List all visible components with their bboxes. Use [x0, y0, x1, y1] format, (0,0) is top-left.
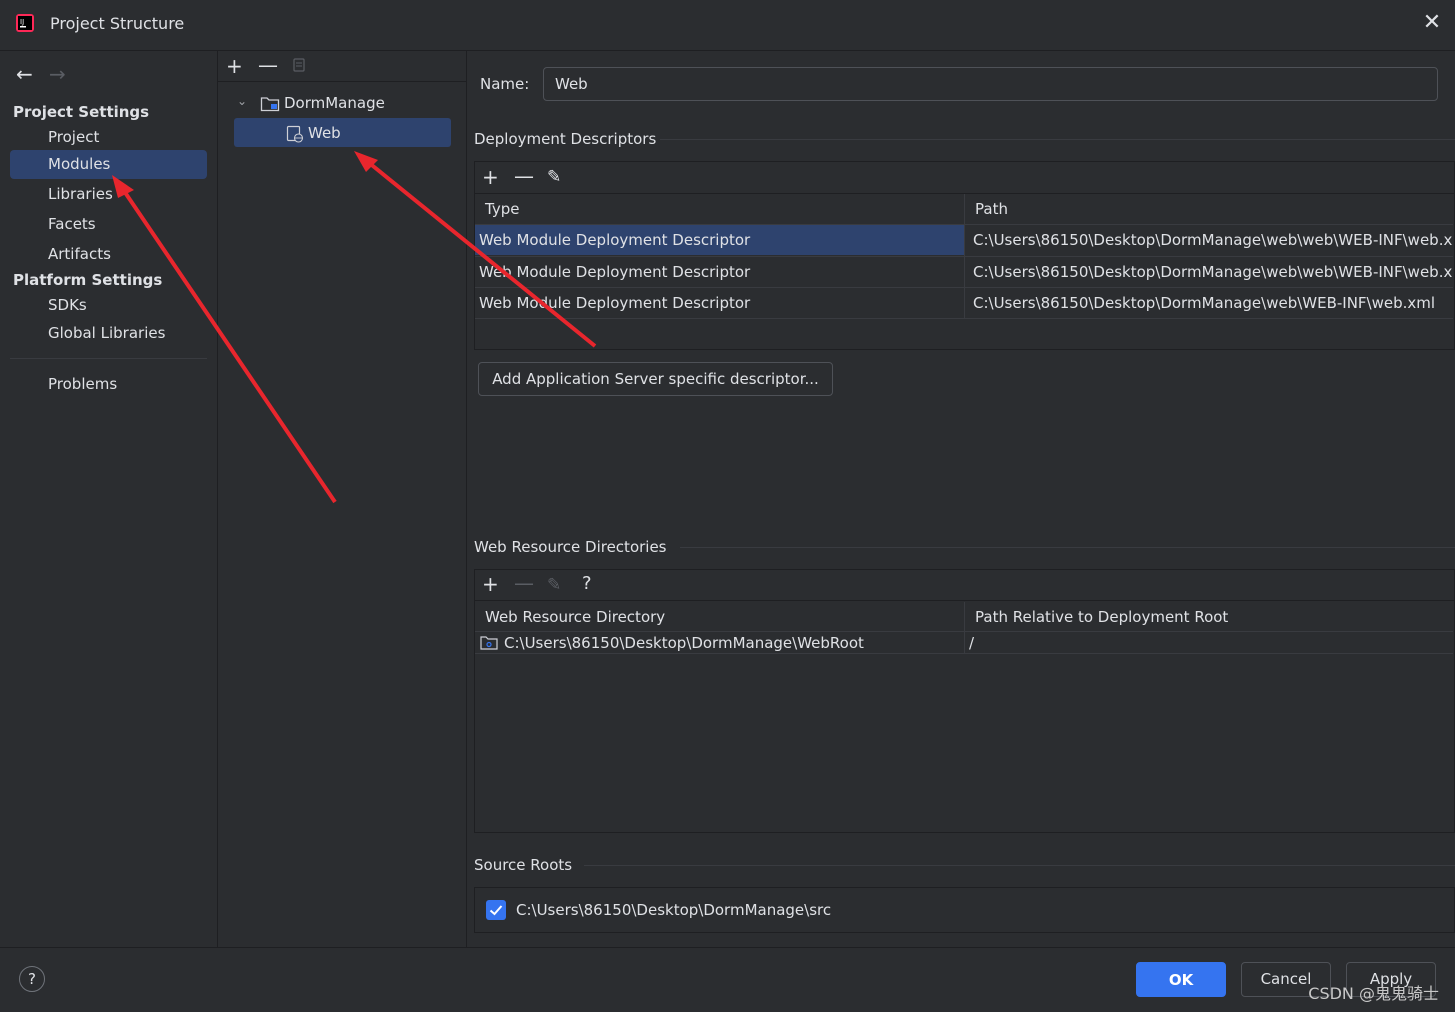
- svg-text:IJ: IJ: [20, 18, 24, 26]
- deployment-descriptors-title: Deployment Descriptors: [474, 130, 657, 148]
- row-separator: [475, 318, 1453, 319]
- tree-toolbar: [218, 51, 466, 82]
- tree-item-web-label: Web: [308, 124, 341, 142]
- help-question-icon[interactable]: ?: [582, 574, 592, 594]
- sidebar-item-global-libraries[interactable]: Global Libraries: [10, 319, 207, 348]
- section-divider: [680, 547, 1455, 548]
- module-tree-panel: [218, 51, 467, 947]
- help-button[interactable]: ?: [19, 966, 45, 992]
- sidebar-item-project[interactable]: Project: [10, 123, 207, 152]
- descriptor-path-cell[interactable]: C:\Users\86150\Desktop\DormManage\web\WE…: [973, 288, 1452, 318]
- add-server-descriptor-button[interactable]: Add Application Server specific descript…: [478, 362, 833, 396]
- name-input[interactable]: Web: [543, 67, 1438, 101]
- edit-pencil-icon[interactable]: ✎: [547, 167, 561, 187]
- column-header-path[interactable]: Path: [975, 194, 1008, 224]
- sidebar-divider: [10, 358, 207, 359]
- web-resource-toolbar: [475, 570, 1455, 601]
- section-divider: [660, 139, 1455, 140]
- close-icon[interactable]: ✕: [1421, 12, 1443, 34]
- source-roots-title: Source Roots: [474, 856, 573, 874]
- sidebar-item-problems[interactable]: Problems: [10, 370, 207, 399]
- column-separator: [964, 602, 965, 653]
- web-resource-directories-title: Web Resource Directories: [474, 538, 667, 556]
- deployment-toolbar: [475, 162, 1455, 194]
- sidebar-item-sdks[interactable]: SDKs: [10, 291, 207, 320]
- sidebar-item-facets[interactable]: Facets: [10, 210, 207, 239]
- descriptor-type-cell[interactable]: Web Module Deployment Descriptor: [479, 288, 963, 318]
- folder-icon: [260, 97, 280, 112]
- descriptor-type-cell[interactable]: Web Module Deployment Descriptor: [479, 257, 963, 287]
- intellij-app-icon: IJ: [16, 14, 34, 32]
- descriptor-type-cell: Web Module Deployment Descriptor: [479, 231, 751, 249]
- title-bar: [0, 0, 1455, 51]
- sidebar-item-modules[interactable]: Modules: [10, 150, 207, 179]
- remove-icon[interactable]: —: [258, 55, 278, 75]
- source-root-checkbox[interactable]: [486, 900, 506, 920]
- window-title: Project Structure: [50, 14, 185, 33]
- forward-arrow-icon[interactable]: →: [49, 62, 66, 86]
- remove-descriptor-icon[interactable]: —: [514, 166, 534, 186]
- dialog-footer: [0, 947, 1455, 1012]
- tree-item-web-selected[interactable]: [234, 118, 451, 147]
- row-separator: [475, 653, 1453, 654]
- sidebar-item-artifacts[interactable]: Artifacts: [10, 240, 207, 269]
- add-icon[interactable]: +: [226, 56, 243, 76]
- chevron-down-icon[interactable]: ⌄: [237, 94, 247, 108]
- csdn-watermark: CSDN @鬼鬼骑士: [1308, 984, 1439, 1003]
- column-header-type[interactable]: Type: [485, 194, 519, 224]
- descriptor-path-cell: C:\Users\86150\Desktop\DormManage\web\we…: [973, 231, 1452, 249]
- add-resource-icon[interactable]: +: [482, 574, 499, 594]
- copy-icon[interactable]: [291, 57, 307, 73]
- edit-resource-icon[interactable]: ✎: [547, 575, 561, 595]
- add-descriptor-icon[interactable]: +: [482, 167, 499, 187]
- back-arrow-icon[interactable]: ←: [16, 62, 33, 86]
- web-module-icon: [286, 125, 304, 143]
- source-root-path: C:\Users\86150\Desktop\DormManage\src: [516, 901, 832, 919]
- section-divider: [584, 865, 1455, 866]
- platform-settings-header: Platform Settings: [13, 271, 163, 289]
- sidebar-item-libraries[interactable]: Libraries: [10, 180, 207, 209]
- tree-item-dormmanage[interactable]: DormManage: [284, 89, 385, 117]
- folder-icon: [480, 636, 498, 650]
- checkmark-icon: [489, 905, 503, 916]
- remove-resource-icon[interactable]: —: [514, 573, 534, 593]
- ok-button[interactable]: OK: [1136, 962, 1226, 997]
- project-settings-header: Project Settings: [13, 103, 150, 121]
- descriptor-path-cell[interactable]: C:\Users\86150\Desktop\DormManage\web\we…: [973, 257, 1452, 287]
- name-label: Name:: [480, 75, 530, 93]
